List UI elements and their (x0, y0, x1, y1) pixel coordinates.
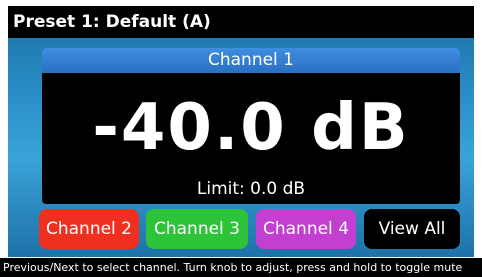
channel-panel: Channel 1 -40.0 dB Limit: 0.0 dB (42, 48, 460, 204)
channel-4-button[interactable]: Channel 4 (256, 209, 356, 249)
channel-name: Channel 1 (42, 48, 460, 73)
help-hint: Previous/Next to select channel. Turn kn… (0, 258, 482, 277)
level-readout: -40.0 dB (92, 91, 410, 165)
view-all-button[interactable]: View All (364, 209, 460, 249)
channel-3-button[interactable]: Channel 3 (146, 209, 248, 249)
channel-2-button[interactable]: Channel 2 (39, 209, 139, 249)
device-screen: Preset 1: Default (A) Channel 1 -40.0 dB… (8, 6, 474, 257)
preset-title: Preset 1: Default (A) (8, 6, 474, 38)
limit-readout: Limit: 0.0 dB (196, 179, 306, 199)
